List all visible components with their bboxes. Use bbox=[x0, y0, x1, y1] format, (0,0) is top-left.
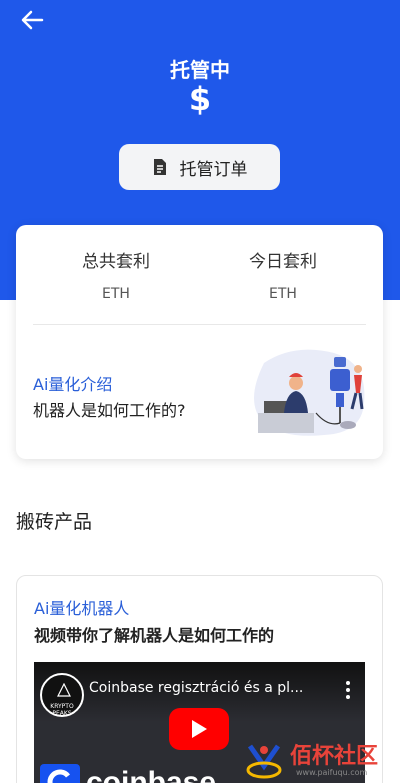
ai-intro-subtitle: 机器人是如何工作的? bbox=[33, 401, 186, 420]
channel-avatar[interactable]: KRYPTO PEAKS bbox=[40, 673, 84, 717]
back-arrow-icon[interactable] bbox=[18, 8, 46, 32]
product-card-title: 视频带你了解机器人是如何工作的 bbox=[34, 626, 275, 645]
mountain-icon bbox=[57, 683, 71, 697]
custody-order-label: 托管订单 bbox=[179, 159, 248, 180]
watermark-site-name: 佰杯社区 bbox=[290, 743, 379, 769]
ai-robot-link[interactable]: Ai量化机器人 bbox=[34, 595, 129, 619]
coinbase-brand-text: coinbase bbox=[86, 766, 217, 783]
divider bbox=[33, 324, 366, 325]
total-profit: 总共套利 ETH bbox=[46, 247, 186, 302]
document-icon bbox=[153, 159, 166, 175]
today-profit-unit: ETH bbox=[269, 286, 297, 302]
today-profit-label: 今日套利 bbox=[249, 252, 317, 272]
robot-illustration bbox=[254, 349, 365, 436]
watermark: 佰杯社区 www.paifuqu.com bbox=[244, 732, 400, 783]
more-vert-icon[interactable] bbox=[345, 680, 351, 700]
today-profit: 今日套利 ETH bbox=[213, 247, 353, 302]
watermark-logo-icon bbox=[246, 744, 282, 779]
custody-order-button[interactable]: 托管订单 bbox=[119, 144, 280, 190]
profit-card: 总共套利 ETH 今日套利 ETH Ai量化介绍 机器人是如何工作的? bbox=[16, 225, 383, 459]
page-title: 托管中 bbox=[170, 58, 230, 82]
watermark-url: www.paifuqu.com bbox=[296, 768, 368, 777]
coinbase-logo-icon bbox=[40, 764, 80, 783]
total-profit-label: 总共套利 bbox=[82, 252, 150, 272]
total-profit-unit: ETH bbox=[102, 286, 130, 302]
play-button[interactable] bbox=[169, 708, 229, 750]
currency-symbol: $ bbox=[188, 80, 212, 118]
ai-intro-link[interactable]: Ai量化介绍 bbox=[33, 371, 112, 395]
play-icon bbox=[192, 720, 207, 738]
video-title: Coinbase regisztráció és a pl... bbox=[89, 680, 304, 696]
section-title-products: 搬砖产品 bbox=[16, 511, 93, 533]
